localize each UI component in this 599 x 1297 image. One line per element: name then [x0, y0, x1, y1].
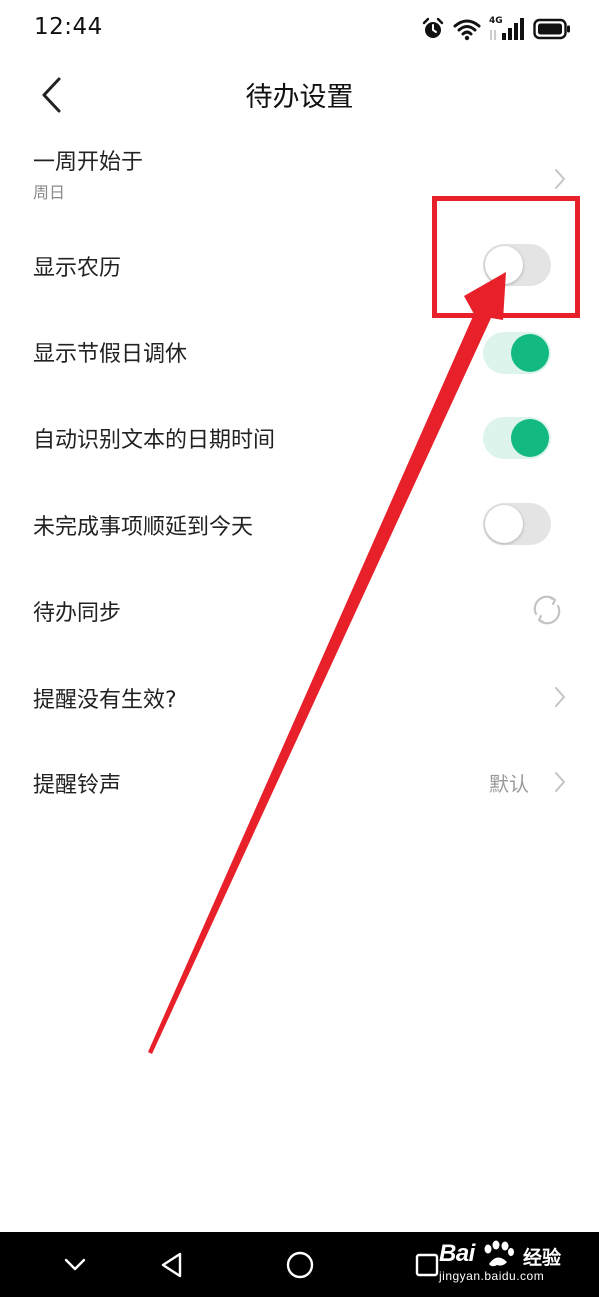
- back-triangle-icon: [161, 1252, 182, 1278]
- sync-icon[interactable]: [529, 592, 565, 628]
- cellular-4g-icon: 4G: [489, 16, 525, 42]
- nav-down-button[interactable]: [58, 1248, 92, 1282]
- setting-todo-sync[interactable]: 待办同步: [0, 576, 599, 646]
- setting-week-start-label: 一周开始于: [33, 150, 144, 175]
- toggle-knob: [511, 334, 549, 372]
- setting-postpone-unfinished-label: 未完成事项顺延到今天: [33, 515, 254, 540]
- show-holidays-toggle[interactable]: [483, 332, 551, 374]
- paw-icon: [484, 1240, 514, 1267]
- setting-show-lunar-label: 显示农历: [33, 256, 122, 281]
- status-bar: 12:44 4G: [0, 0, 599, 60]
- page-title: 待办设置: [245, 82, 354, 113]
- setting-reminder-ringtone-value: 默认: [489, 772, 529, 796]
- chevron-right-icon: [555, 169, 565, 189]
- setting-todo-sync-label: 待办同步: [33, 601, 122, 626]
- recents-square-icon: [415, 1253, 439, 1277]
- wifi-icon: [453, 19, 481, 41]
- setting-reminder-not-working[interactable]: 提醒没有生效?: [0, 662, 599, 732]
- watermark-brand: Bai: [439, 1240, 475, 1267]
- home-circle-icon: [286, 1251, 314, 1279]
- setting-reminder-ringtone[interactable]: 提醒铃声 默认: [0, 748, 599, 818]
- setting-auto-detect-date: 自动识别文本的日期时间: [0, 403, 599, 473]
- battery-icon: [533, 18, 570, 40]
- nav-home-button[interactable]: [283, 1248, 317, 1282]
- nav-back-button[interactable]: [155, 1248, 189, 1282]
- toggle-knob: [485, 505, 523, 543]
- setting-show-holidays-label: 显示节假日调休: [33, 342, 188, 367]
- setting-reminder-ringtone-label: 提醒铃声: [33, 773, 122, 798]
- watermark-suffix: 经验: [523, 1247, 562, 1269]
- nav-down-icon: [64, 1258, 86, 1271]
- watermark-url: jingyan.baidu.com: [439, 1269, 545, 1283]
- setting-postpone-unfinished: 未完成事项顺延到今天: [0, 490, 599, 560]
- toggle-knob: [511, 419, 549, 457]
- chevron-right-icon: [555, 772, 565, 792]
- postpone-unfinished-toggle[interactable]: [483, 503, 551, 545]
- setting-week-start-value: 周日: [33, 183, 66, 202]
- annotation-highlight-box: [432, 196, 580, 318]
- auto-detect-date-toggle[interactable]: [483, 417, 551, 459]
- setting-reminder-not-working-label: 提醒没有生效?: [33, 688, 177, 713]
- alarm-icon: [422, 17, 444, 38]
- header: 待办设置: [0, 60, 599, 130]
- status-icons: 4G: [421, 14, 571, 44]
- status-time: 12:44: [34, 14, 103, 40]
- baidu-watermark: Bai 经验 jingyan.baidu.com: [439, 1240, 569, 1288]
- chevron-right-icon: [555, 687, 565, 707]
- setting-auto-detect-date-label: 自动识别文本的日期时间: [33, 428, 276, 453]
- setting-show-holidays: 显示节假日调休: [0, 317, 599, 387]
